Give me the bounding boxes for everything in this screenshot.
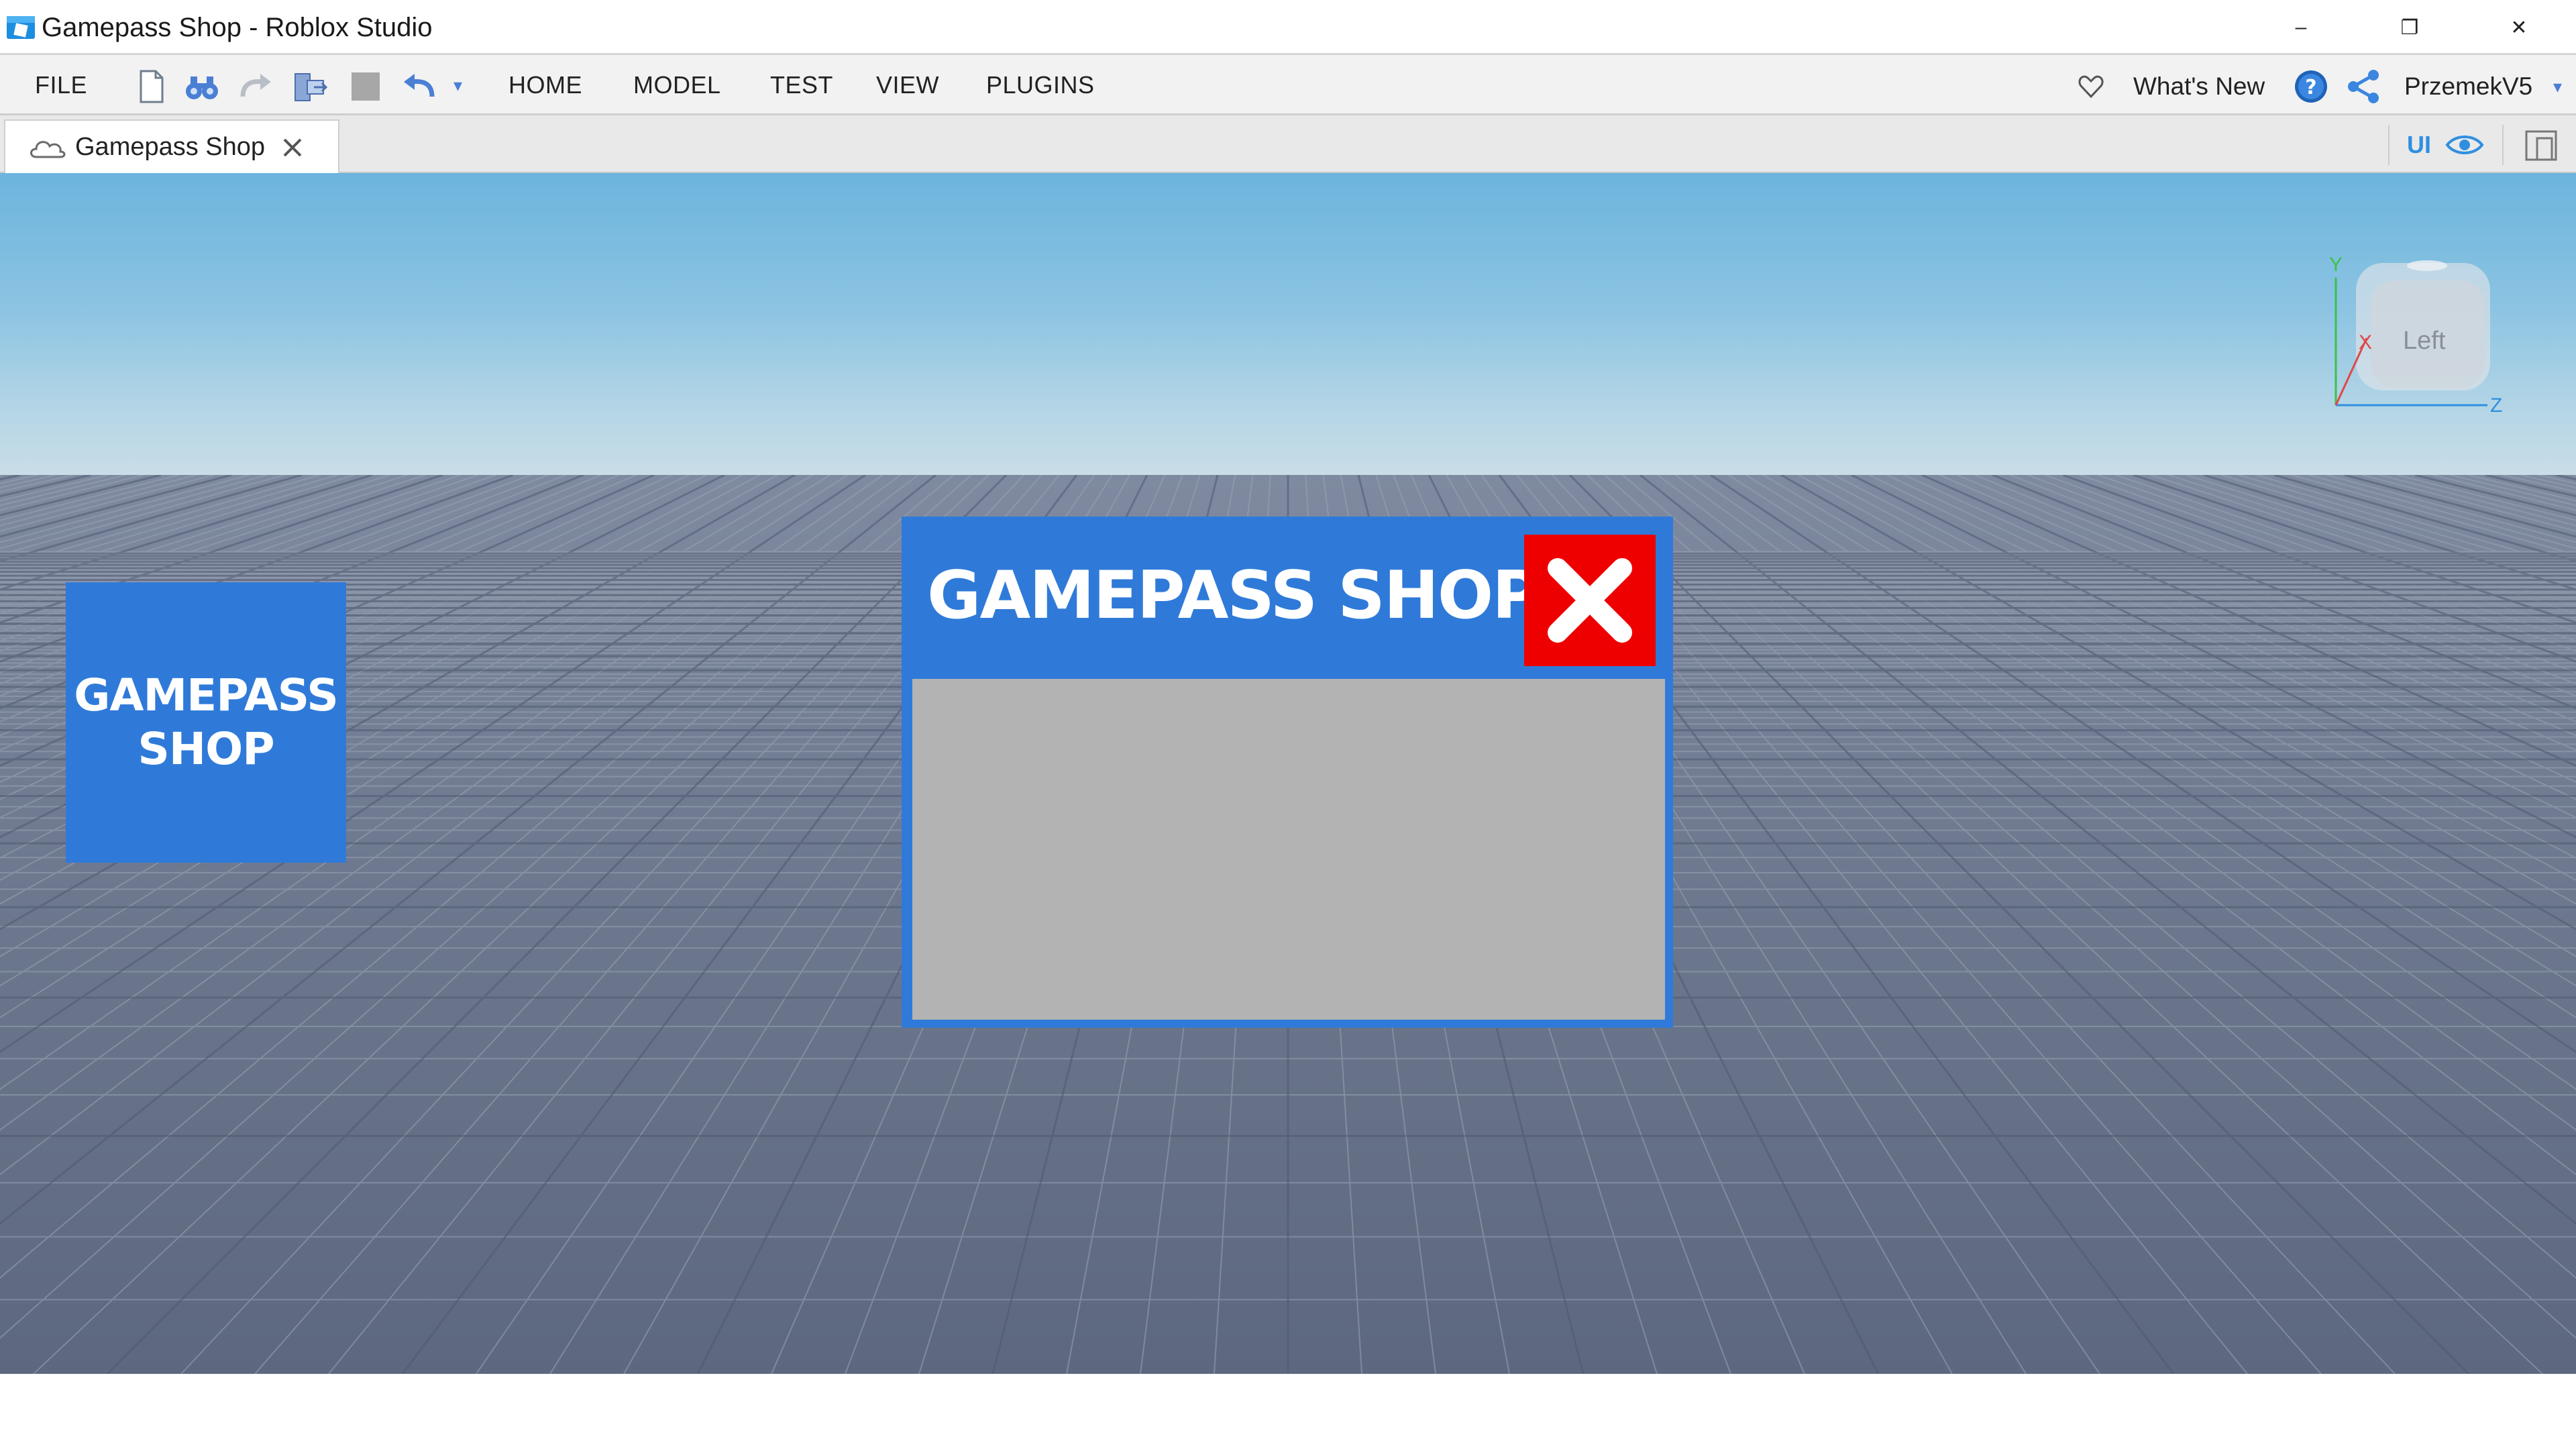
close-x-icon bbox=[1548, 558, 1632, 643]
shop-button-line2: SHOP bbox=[138, 723, 274, 775]
redo-icon[interactable] bbox=[236, 67, 275, 106]
open-gamepass-shop-button[interactable]: GAMEPASS SHOP bbox=[66, 582, 346, 863]
close-tab-icon[interactable] bbox=[279, 134, 306, 161]
shop-button-line1: GAMEPASS bbox=[74, 669, 339, 721]
gamepass-shop-frame: GAMEPASS SHOP bbox=[902, 517, 1673, 1028]
heart-icon[interactable] bbox=[2076, 67, 2106, 106]
skybox bbox=[0, 173, 2576, 475]
minimize-button[interactable]: – bbox=[2261, 7, 2341, 48]
window-title: Gamepass Shop - Roblox Studio bbox=[42, 13, 433, 42]
ribbon-menu-bar: FILE ▾ HOME MODEL TEST VIEW PLUGINS What… bbox=[0, 55, 2576, 115]
roblox-studio-window: Gamepass Shop - Roblox Studio – ❐ ✕ FILE bbox=[0, 0, 2576, 1449]
roblox-studio-logo-icon bbox=[7, 16, 35, 39]
tab-home[interactable]: HOME bbox=[508, 66, 582, 105]
restore-button[interactable]: ❐ bbox=[2369, 7, 2450, 48]
view-navigation-cube[interactable]: Y X Z Left bbox=[2328, 254, 2502, 421]
y-axis-label: Y bbox=[2329, 254, 2343, 276]
close-window-button[interactable]: ✕ bbox=[2479, 7, 2559, 48]
new-file-icon[interactable] bbox=[131, 67, 170, 106]
restore-icon: ❐ bbox=[2400, 16, 2419, 39]
tab-test[interactable]: TEST bbox=[770, 66, 833, 105]
document-tab-gamepass-shop[interactable]: Gamepass Shop bbox=[4, 119, 339, 173]
shop-close-button[interactable] bbox=[1524, 535, 1656, 666]
binoculars-icon[interactable] bbox=[182, 67, 221, 106]
user-account-menu[interactable]: PrzemekV5 bbox=[2404, 67, 2532, 106]
cloud-icon bbox=[30, 141, 66, 158]
stop-icon[interactable] bbox=[346, 67, 385, 106]
shop-frame-title: GAMEPASS SHOP bbox=[927, 557, 1540, 634]
close-icon: ✕ bbox=[2510, 16, 2528, 39]
import-icon[interactable] bbox=[290, 67, 329, 106]
share-icon[interactable] bbox=[2344, 67, 2383, 106]
chevron-down-icon[interactable]: ▾ bbox=[2553, 67, 2562, 106]
tab-view[interactable]: VIEW bbox=[876, 66, 939, 105]
device-icon bbox=[2525, 130, 2557, 161]
z-axis-label: Z bbox=[2490, 394, 2503, 417]
x-axis-label: X bbox=[2359, 331, 2373, 354]
nav-cube-face-label: Left bbox=[2403, 327, 2446, 355]
customize-dropdown-icon[interactable]: ▾ bbox=[453, 66, 463, 105]
tab-model[interactable]: MODEL bbox=[633, 66, 721, 105]
device-emulator-button[interactable] bbox=[2502, 125, 2576, 165]
document-tab-strip: Gamepass Shop UI bbox=[0, 115, 2576, 173]
whats-new-link[interactable]: What's New bbox=[2133, 67, 2265, 106]
title-bar: Gamepass Shop - Roblox Studio – ❐ ✕ bbox=[0, 0, 2576, 55]
shop-content-area bbox=[912, 679, 1665, 1020]
ui-visibility-toggle[interactable]: UI bbox=[2388, 125, 2502, 165]
menu-file[interactable]: FILE bbox=[35, 66, 87, 105]
document-tab-label: Gamepass Shop bbox=[75, 133, 266, 161]
tab-plugins[interactable]: PLUGINS bbox=[986, 66, 1095, 105]
help-icon[interactable]: ? bbox=[2292, 67, 2330, 106]
3d-viewport[interactable]: Y X Z Left GAMEPASS SHOP GAMEPASS SHOP bbox=[0, 173, 2576, 1374]
ui-toggle-label: UI bbox=[2407, 131, 2431, 158]
undo-icon[interactable] bbox=[400, 67, 439, 106]
svg-text:?: ? bbox=[2305, 76, 2316, 99]
minimize-icon: – bbox=[2295, 16, 2307, 38]
eye-icon bbox=[2445, 136, 2484, 154]
